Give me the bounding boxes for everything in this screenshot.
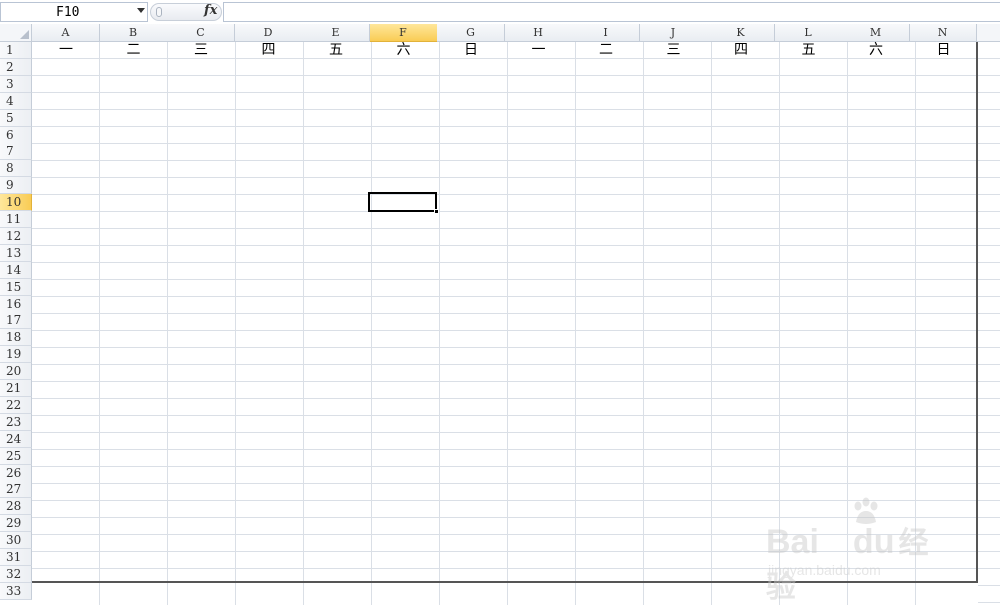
row-header-26[interactable]: 26 bbox=[0, 464, 32, 482]
row-header-21[interactable]: 21 bbox=[0, 380, 32, 397]
cell-g1[interactable]: 日 bbox=[437, 42, 505, 58]
column-header-d[interactable]: D bbox=[234, 24, 303, 42]
row-header-1[interactable]: 1 bbox=[0, 42, 32, 59]
print-area-border-right bbox=[976, 42, 978, 583]
active-cell-f10[interactable] bbox=[368, 192, 437, 212]
cell-n1[interactable]: 日 bbox=[910, 42, 978, 58]
row-headers: 1 2 3 4 5 6 7 8 9 10 11 12 13 14 15 16 17 18 19 20 21 22 23 24 2… bbox=[0, 42, 32, 605]
row-header-8[interactable]: 8 bbox=[0, 160, 32, 178]
column-header-e[interactable]: E bbox=[302, 24, 370, 42]
name-box-value: F10 bbox=[56, 5, 80, 20]
row-header-16[interactable]: 16 bbox=[0, 295, 32, 313]
row-header-10[interactable]: 10 bbox=[0, 194, 32, 212]
cell-j1[interactable]: 三 bbox=[640, 42, 708, 58]
column-header-l[interactable]: L bbox=[774, 24, 843, 42]
column-header-a[interactable]: A bbox=[32, 24, 100, 42]
cell-e1[interactable]: 五 bbox=[302, 42, 370, 58]
row-header-9[interactable]: 9 bbox=[0, 177, 32, 195]
row-header-13[interactable]: 13 bbox=[0, 244, 32, 262]
select-all-button[interactable] bbox=[0, 24, 32, 42]
cell-f1[interactable]: 六 bbox=[370, 42, 438, 58]
row-header-20[interactable]: 20 bbox=[0, 363, 32, 381]
column-header-i[interactable]: I bbox=[572, 24, 640, 42]
name-box[interactable]: F10 bbox=[0, 2, 148, 22]
paw-icon bbox=[854, 497, 878, 524]
row-header-6[interactable]: 6 bbox=[0, 126, 32, 144]
chevron-down-icon[interactable] bbox=[137, 8, 145, 13]
column-header-edge bbox=[976, 24, 1000, 42]
row-header-29[interactable]: 29 bbox=[0, 515, 32, 533]
column-header-b[interactable]: B bbox=[99, 24, 168, 42]
cell-a1[interactable]: 一 bbox=[32, 42, 100, 58]
cell-i1[interactable]: 二 bbox=[572, 42, 640, 58]
row-header-5[interactable]: 5 bbox=[0, 109, 32, 127]
watermark-url: jingyan.baidu.com bbox=[768, 562, 881, 578]
row-header-12[interactable]: 12 bbox=[0, 227, 32, 245]
cell-h1[interactable]: 一 bbox=[505, 42, 573, 58]
formula-bar: F10 fx bbox=[0, 0, 1000, 25]
row-header-24[interactable]: 24 bbox=[0, 430, 32, 448]
column-header-g[interactable]: G bbox=[437, 24, 505, 42]
formula-input[interactable] bbox=[223, 2, 1000, 22]
column-header-j[interactable]: J bbox=[639, 24, 708, 42]
cell-b1[interactable]: 二 bbox=[100, 42, 168, 58]
column-header-h[interactable]: H bbox=[504, 24, 573, 42]
cell-d1[interactable]: 四 bbox=[235, 42, 303, 58]
row-header-19[interactable]: 19 bbox=[0, 346, 32, 364]
row-header-14[interactable]: 14 bbox=[0, 261, 32, 279]
column-header-k[interactable]: K bbox=[707, 24, 775, 42]
row-header-11[interactable]: 11 bbox=[0, 211, 32, 228]
row-header-22[interactable]: 22 bbox=[0, 396, 32, 414]
row-header-25[interactable]: 25 bbox=[0, 447, 32, 465]
column-header-c[interactable]: C bbox=[167, 24, 235, 42]
row-header-32[interactable]: 32 bbox=[0, 565, 32, 583]
row-header-7[interactable]: 7 bbox=[0, 143, 32, 161]
cell-grid-right-of-print-area[interactable] bbox=[978, 42, 1000, 605]
column-header-f[interactable]: F bbox=[369, 24, 438, 42]
row-header-18[interactable]: 18 bbox=[0, 329, 32, 347]
column-header-n[interactable]: N bbox=[909, 24, 977, 42]
cell-c1[interactable]: 三 bbox=[167, 42, 235, 58]
cell-l1[interactable]: 五 bbox=[775, 42, 843, 58]
row-header-33[interactable]: 33 bbox=[0, 582, 32, 600]
row-header-23[interactable]: 23 bbox=[0, 413, 32, 431]
row-header-31[interactable]: 31 bbox=[0, 549, 32, 566]
baidu-jingyan-watermark: Bai du 经验 jingyan.baidu.com bbox=[766, 496, 956, 604]
row-header-2[interactable]: 2 bbox=[0, 58, 32, 76]
row-header-15[interactable]: 15 bbox=[0, 278, 32, 296]
row-header-28[interactable]: 28 bbox=[0, 498, 32, 516]
select-all-icon bbox=[20, 30, 29, 39]
cell-m1[interactable]: 六 bbox=[842, 42, 910, 58]
resize-grip-icon[interactable] bbox=[156, 7, 162, 17]
cell-k1[interactable]: 四 bbox=[707, 42, 775, 58]
row-header-3[interactable]: 3 bbox=[0, 75, 32, 93]
fill-handle[interactable] bbox=[434, 209, 439, 214]
insert-function-icon[interactable]: fx bbox=[204, 3, 217, 18]
row-header-17[interactable]: 17 bbox=[0, 312, 32, 330]
row-header-4[interactable]: 4 bbox=[0, 92, 32, 110]
row-header-30[interactable]: 30 bbox=[0, 532, 32, 550]
column-headers: ABCDEFGHIJKLMN bbox=[32, 24, 1000, 42]
column-header-m[interactable]: M bbox=[842, 24, 910, 42]
row-header-27[interactable]: 27 bbox=[0, 481, 32, 499]
